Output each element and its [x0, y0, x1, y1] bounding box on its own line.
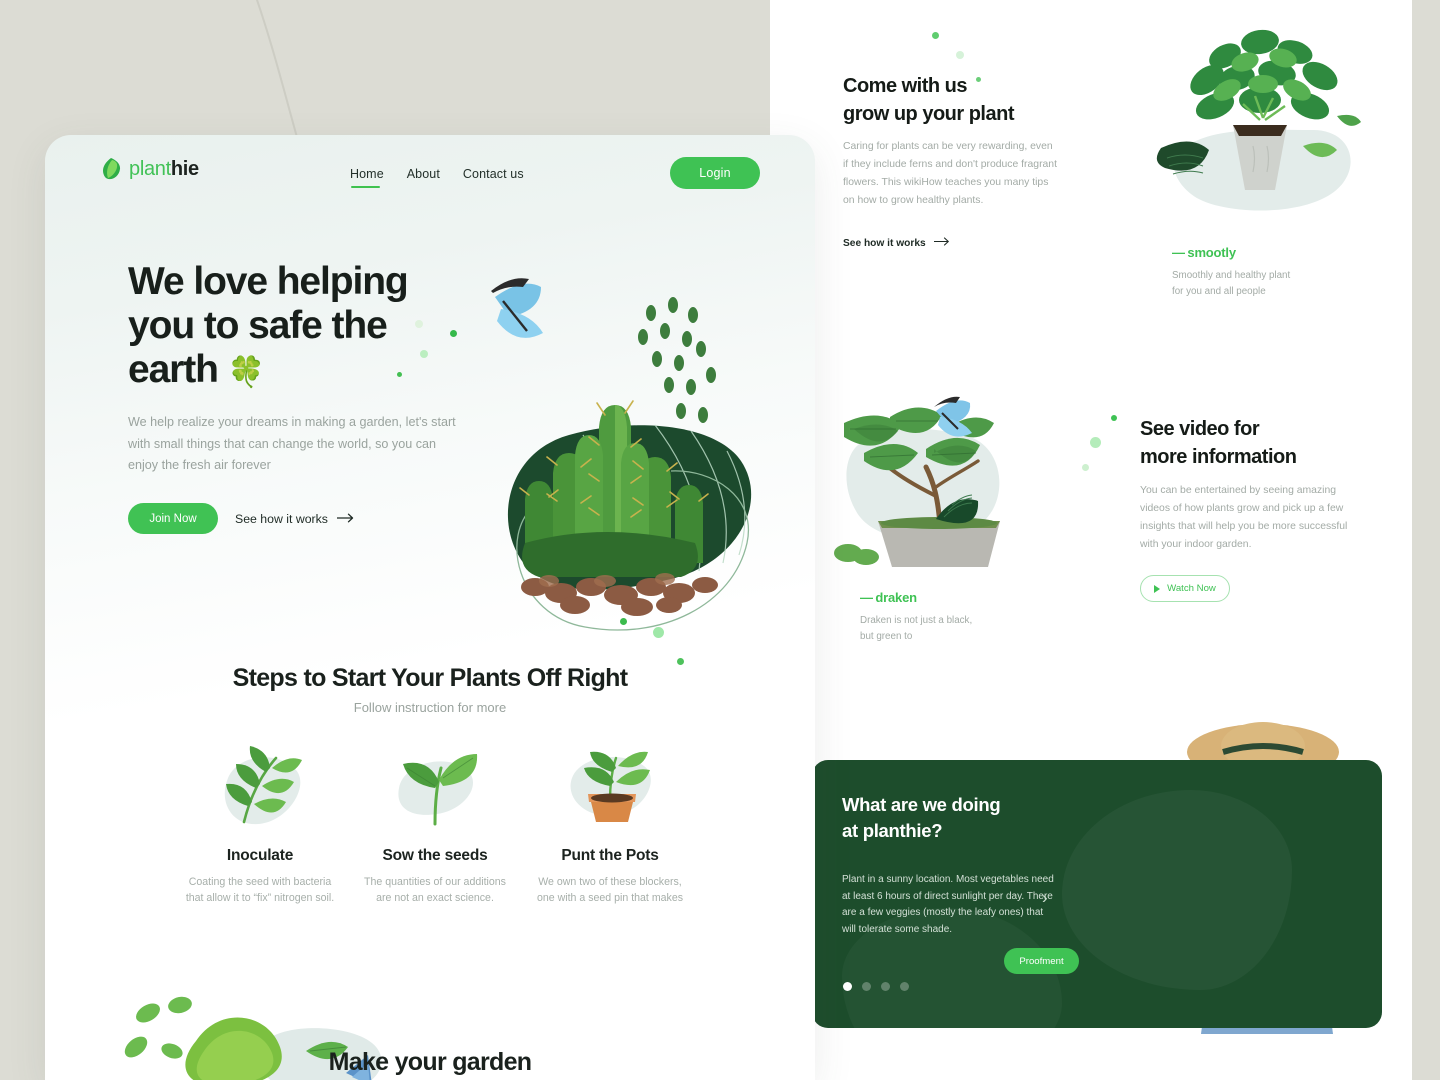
caption-draken-name: draken — [875, 590, 917, 605]
steps-section-title: Steps to Start Your Plants Off Right — [232, 664, 628, 692]
potted-plant-icon — [535, 743, 685, 833]
hero-title-line-1: We love helping — [128, 260, 409, 303]
see-how-it-works-link[interactable]: See how it works — [235, 512, 356, 526]
speck-dot — [415, 320, 423, 328]
video-section-title: See video for more information — [1140, 416, 1380, 471]
arrow-right-icon — [933, 237, 951, 249]
hero-title: We love helping you to safe the earth 🍀 — [128, 260, 458, 392]
grow-title-line-2: grow up your plant — [843, 102, 1015, 125]
nav-item-home[interactable]: Home — [350, 167, 384, 188]
step-description: Coating the seed with bacteria that allo… — [185, 876, 335, 905]
hero-paragraph: We help realize your dreams in making a … — [128, 415, 456, 473]
speck-dot — [620, 618, 627, 625]
step-title: Inoculate — [226, 847, 294, 864]
join-now-button[interactable]: Join Now — [128, 503, 218, 534]
hero-title-line-2: you to safe the — [128, 304, 388, 348]
steps-section-subtitle: Follow instruction for more — [353, 700, 507, 715]
carousel-dot-4[interactable] — [900, 982, 909, 991]
speck-dot — [956, 51, 964, 59]
promo-title-line-1: What are we doing — [842, 794, 1001, 815]
brand-name-dark: hie — [170, 157, 199, 180]
promo-paragraph: Plant in a sunny location. Most vegetabl… — [842, 874, 1054, 935]
brand-logo[interactable]: planthie — [100, 157, 199, 181]
step-description: We own two of these blockers, one with a… — [536, 876, 684, 905]
proofment-button[interactable]: Proofment — [1004, 948, 1079, 974]
caption-draken-line-1: Draken is not just a black, — [860, 615, 973, 626]
promo-card: What are we doing at planthie? Plant in … — [812, 760, 1382, 1028]
caption-smootly-line-2: for you and all people — [1172, 285, 1266, 297]
caption-dash: — — [1172, 245, 1185, 260]
grow-title-line-1: Come with us — [843, 75, 968, 97]
speck-dot — [420, 350, 428, 358]
caption-draken-title: — draken — [860, 590, 1060, 605]
video-title-line-1: See video for — [1140, 418, 1260, 440]
step-item: Punt the Pots We own two of these blocke… — [535, 743, 685, 907]
speck-dot — [932, 32, 939, 39]
promo-title-line-2: at planthie? — [842, 819, 943, 841]
caption-draken-body: Draken is not just a black, but green to — [860, 613, 1060, 645]
speck-dot — [397, 372, 402, 377]
carousel-dot-3[interactable] — [881, 982, 890, 991]
leaf-branch-icon — [185, 743, 335, 833]
carousel-dots — [843, 982, 909, 991]
carousel-dot-2[interactable] — [862, 982, 871, 991]
see-how-it-works-label: See how it works — [235, 511, 328, 526]
bonsai-pot-illustration — [834, 396, 1000, 567]
brand-name-green: plant — [129, 157, 171, 180]
watch-now-button[interactable]: Watch Now — [1140, 575, 1230, 602]
speck-dot — [1090, 437, 1101, 448]
promo-title: What are we doing at planthie? — [842, 792, 1082, 843]
speck-dot — [1111, 415, 1117, 421]
caption-draken: — draken Draken is not just a black, but… — [860, 590, 1060, 645]
hero-actions: Join Now See how it works — [128, 503, 356, 534]
video-section-paragraph: You can be entertained by seeing amazing… — [1140, 485, 1348, 550]
promo-blob-decoration — [1062, 790, 1292, 990]
landing-page-card: planthie Home About Contact us Login We … — [45, 135, 815, 1080]
caption-draken-line-2: but green to — [860, 630, 913, 642]
step-title: Punt the Pots — [561, 847, 659, 864]
caption-smootly-name: smootly — [1187, 245, 1236, 260]
arrow-right-icon — [336, 512, 356, 526]
nav-item-about[interactable]: About — [407, 167, 440, 188]
step-title: Sow the seeds — [382, 847, 488, 864]
speck-dot — [450, 330, 457, 337]
clover-icon: 🍀 — [227, 356, 265, 390]
hero-title-line-3: earth — [128, 348, 219, 392]
caption-smootly-title: — smootly — [1172, 245, 1372, 260]
play-icon — [1154, 584, 1161, 593]
steps-list: Inoculate Coating the seed with bacteria… — [185, 743, 685, 907]
speck-dot — [1082, 464, 1089, 471]
grow-section-paragraph: Caring for plants can be very rewarding,… — [843, 141, 1057, 206]
caption-smootly-line-1: Smoothly and healthy plant — [1172, 270, 1291, 281]
brand-name: planthie — [129, 158, 199, 181]
watch-now-label: Watch Now — [1167, 583, 1216, 594]
grow-see-how-it-works-link[interactable]: See how it works — [843, 237, 951, 249]
login-button[interactable]: Login — [670, 157, 760, 189]
cactus-illustration — [491, 278, 752, 631]
caption-smootly: — smootly Smoothly and healthy plant for… — [1172, 245, 1372, 300]
grow-section-title: Come with us grow up your plant — [843, 73, 1103, 128]
speck-dot — [653, 627, 664, 638]
nav-item-contact-us[interactable]: Contact us — [463, 167, 524, 188]
speck-dot — [976, 77, 981, 82]
leaf-icon — [103, 158, 121, 180]
grow-link-label: See how it works — [843, 237, 926, 249]
caption-smootly-body: Smoothly and healthy plant for you and a… — [1172, 268, 1372, 300]
make-garden-title: Make your garden — [328, 1048, 532, 1076]
step-item: Sow the seeds The quantities of our addi… — [360, 743, 510, 907]
chevron-right-icon[interactable]: › — [1042, 888, 1048, 908]
step-description: The quantities of our additions are not … — [364, 876, 506, 905]
basil-pot-illustration — [1156, 29, 1361, 211]
nav-links: Home About Contact us — [350, 167, 524, 188]
navbar: planthie Home About Contact us Login — [45, 135, 815, 221]
step-item: Inoculate Coating the seed with bacteria… — [185, 743, 335, 907]
video-title-line-2: more information — [1140, 445, 1297, 468]
sprout-icon — [360, 743, 510, 833]
carousel-dot-1[interactable] — [843, 982, 852, 991]
caption-dash: — — [860, 590, 873, 605]
butterfly-icon — [491, 278, 543, 338]
